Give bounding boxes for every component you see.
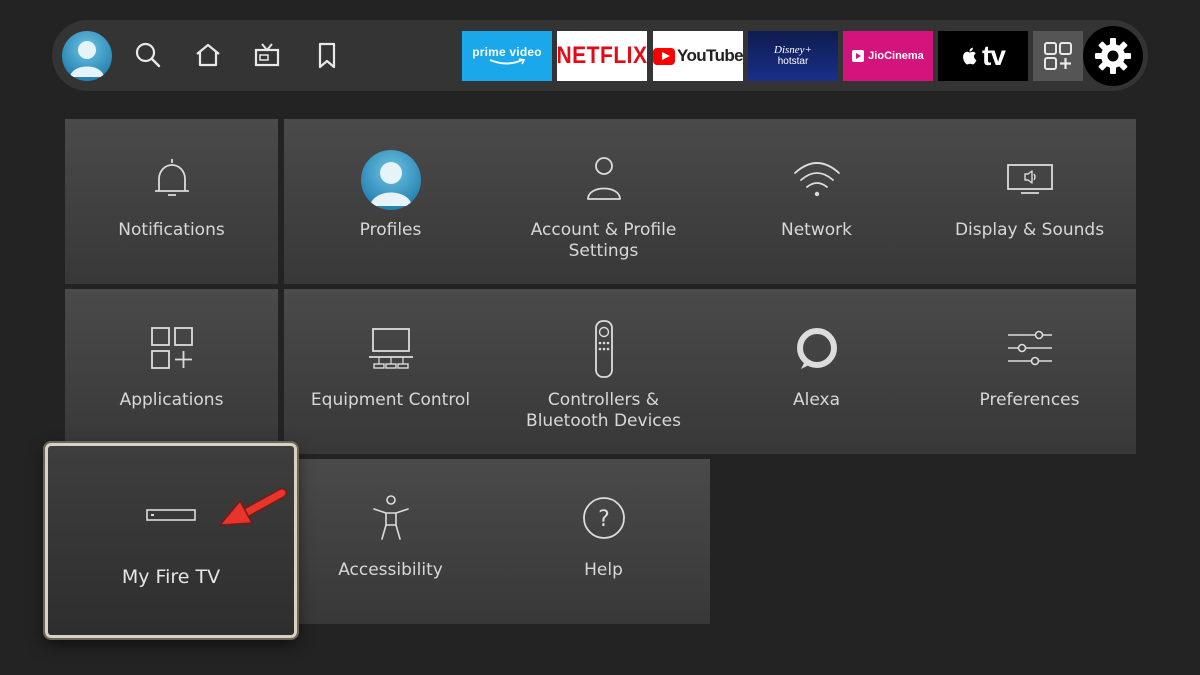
tile-label: Network — [781, 220, 852, 240]
alexa-ring-icon — [786, 319, 848, 381]
apps-grid-button[interactable] — [1033, 31, 1083, 81]
tile-profiles[interactable]: Profiles — [284, 119, 497, 284]
sliders-icon — [999, 319, 1061, 381]
accessibility-icon — [360, 489, 422, 551]
tile-label: Help — [584, 560, 623, 580]
bookmark-icon[interactable] — [312, 40, 342, 70]
jiocinema-logo-icon — [852, 50, 865, 62]
svg-text:?: ? — [598, 507, 610, 532]
youtube-play-icon — [653, 47, 675, 65]
profile-avatar — [360, 150, 421, 210]
monitor-soundbar-icon — [360, 319, 422, 381]
settings-button[interactable] — [1083, 26, 1143, 86]
tile-label: Equipment Control — [310, 390, 471, 410]
tile-label: Applications — [119, 390, 224, 410]
tile-preferences[interactable]: Preferences — [923, 289, 1136, 454]
tile-label: Account & Profile Settings — [530, 220, 677, 261]
netflix-app[interactable]: NETFLIX — [557, 31, 647, 81]
help-circle-icon: ? — [573, 489, 635, 551]
prime-video-app[interactable]: prime video — [462, 31, 552, 81]
tile-account-profile-settings[interactable]: Account & Profile Settings — [497, 119, 710, 284]
tile-label: My Fire TV — [121, 566, 221, 588]
live-tv-icon[interactable] — [252, 40, 282, 70]
tile-label: Notifications — [118, 220, 225, 240]
apple-tv-label: tv — [982, 40, 1006, 71]
user-outline-icon — [573, 149, 635, 211]
youtube-label: YouTube — [677, 46, 743, 65]
tile-label: Preferences — [979, 390, 1080, 410]
tile-display-sounds[interactable]: Display & Sounds — [923, 119, 1136, 284]
youtube-app[interactable]: YouTube — [653, 31, 743, 81]
prime-smile-icon — [489, 58, 526, 65]
tile-accessibility[interactable]: Accessibility — [284, 459, 497, 624]
tile-label: Display & Sounds — [954, 220, 1105, 240]
tile-notifications[interactable]: Notifications — [65, 119, 278, 284]
remote-icon — [573, 319, 635, 381]
tile-help[interactable]: ? Help — [497, 459, 710, 624]
disney-label: Disney+ — [774, 43, 812, 56]
home-icon[interactable] — [193, 40, 223, 70]
fire-tv-device-icon — [141, 496, 201, 536]
search-icon[interactable] — [133, 40, 163, 70]
prime-video-label: prime video — [472, 45, 542, 59]
tile-label: Accessibility — [338, 560, 443, 580]
wifi-icon — [786, 149, 848, 211]
tile-controllers-bluetooth[interactable]: Controllers & Bluetooth Devices — [497, 289, 710, 454]
jiocinema-label: JioCinema — [868, 50, 924, 62]
tile-my-fire-tv[interactable]: My Fire TV — [45, 443, 297, 638]
apple-tv-app[interactable]: tv — [938, 31, 1028, 81]
tile-label: Profiles — [359, 220, 422, 240]
hotstar-label: hotstar — [777, 55, 809, 67]
tile-alexa[interactable]: Alexa — [710, 289, 923, 454]
profile-avatar-icon — [360, 149, 422, 211]
netflix-label: NETFLIX — [557, 42, 647, 69]
apps-grid-icon — [141, 319, 203, 381]
tile-label: Controllers & Bluetooth Devices — [526, 390, 681, 431]
tile-equipment-control[interactable]: Equipment Control — [284, 289, 497, 454]
bell-icon — [141, 149, 203, 211]
apple-logo-icon — [963, 47, 977, 65]
tile-label: Alexa — [793, 390, 840, 410]
apps-grid-icon — [1044, 42, 1072, 70]
tv-speaker-icon — [999, 149, 1061, 211]
gear-icon — [1095, 38, 1131, 74]
tile-applications[interactable]: Applications — [65, 289, 278, 454]
hotstar-app[interactable]: Disney+ hotstar — [748, 31, 838, 81]
user-avatar[interactable] — [62, 31, 112, 81]
red-arrow-icon — [212, 485, 292, 535]
jiocinema-app[interactable]: JioCinema — [843, 31, 933, 81]
tile-network[interactable]: Network — [710, 119, 923, 284]
